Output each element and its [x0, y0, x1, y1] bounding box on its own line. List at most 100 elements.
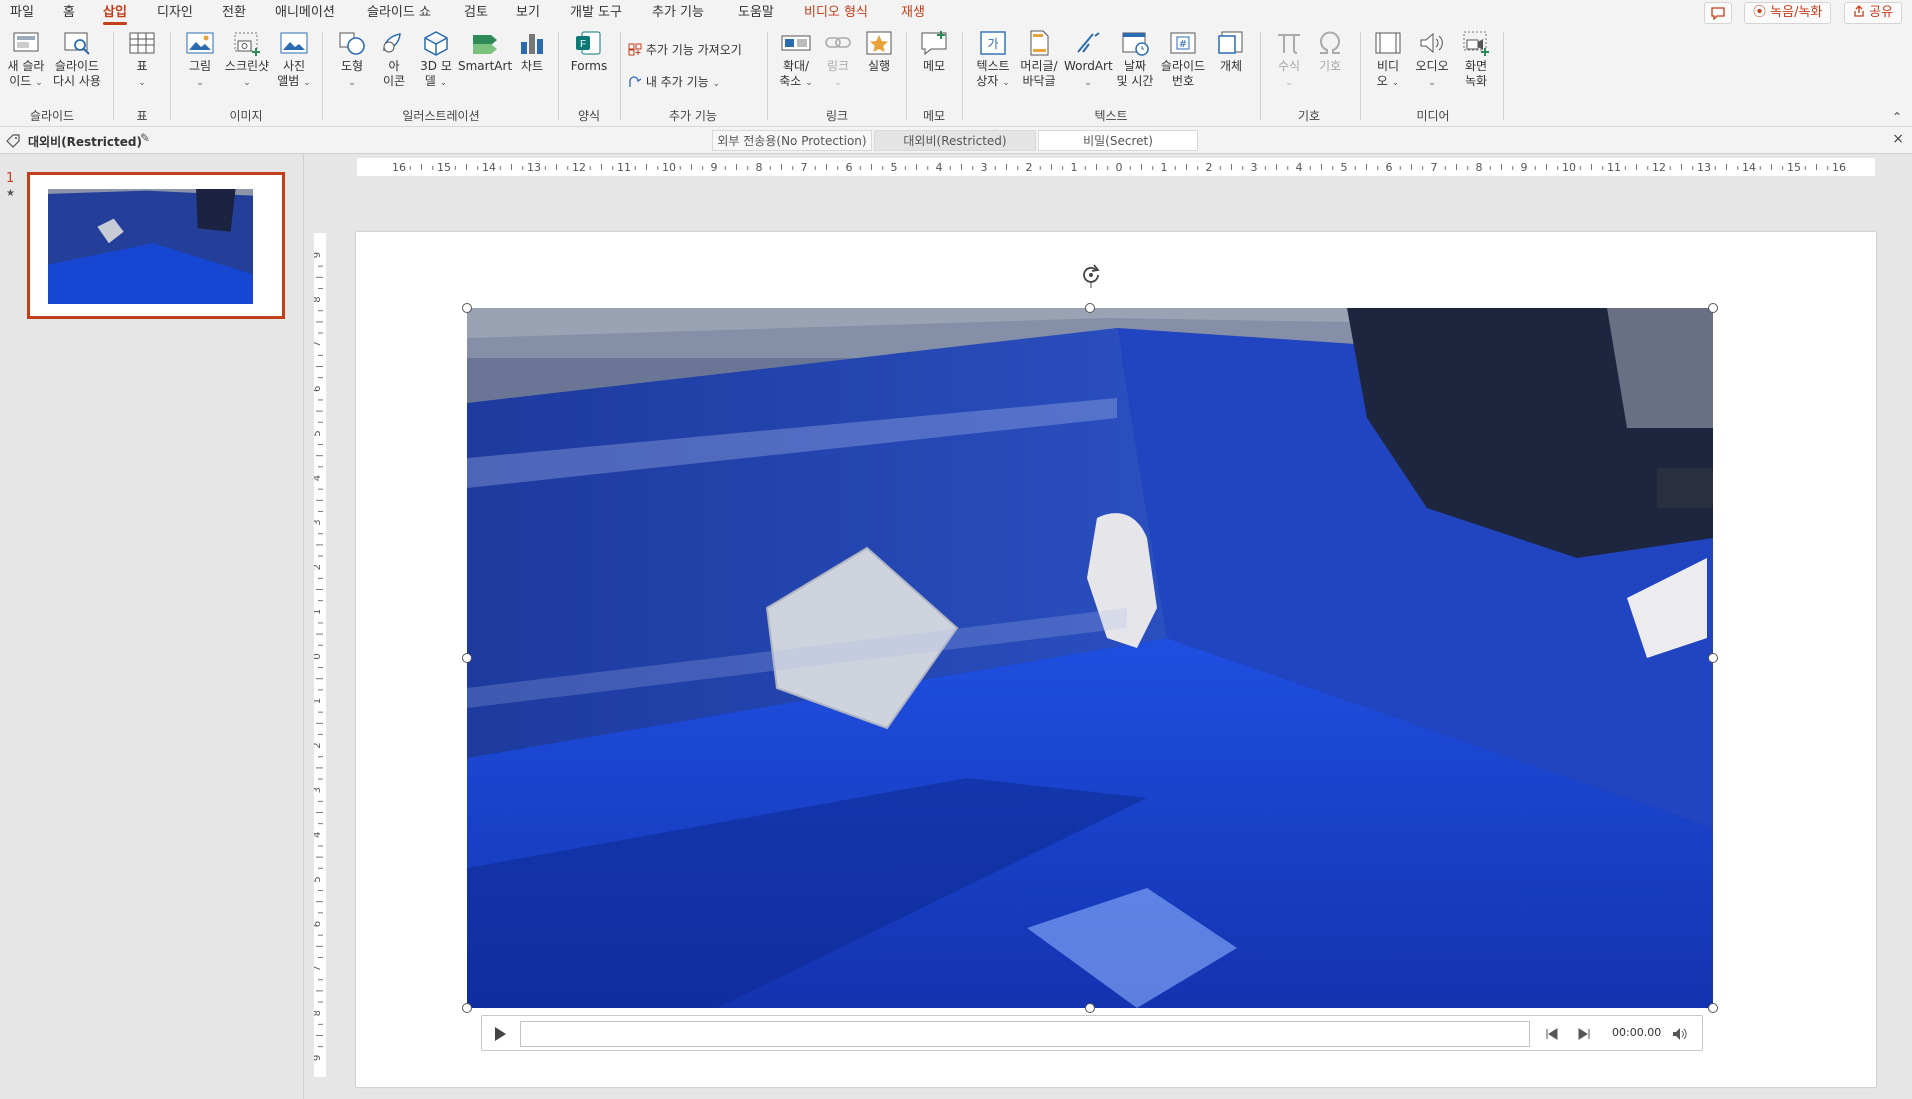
forms-button[interactable]: F Forms: [566, 30, 612, 74]
resize-handle-bottom-right[interactable]: [1708, 1003, 1718, 1013]
resize-handle-top-left[interactable]: [462, 303, 472, 313]
tab-video-format[interactable]: 비디오 형식: [804, 0, 868, 26]
separator: [906, 32, 907, 120]
object-button[interactable]: 개체: [1212, 30, 1250, 74]
ruler-label: 15: [1787, 161, 1801, 174]
sensitivity-option-secret[interactable]: 비밀(Secret): [1038, 130, 1198, 151]
ruler-label: 8: [314, 1010, 323, 1016]
zoom-button[interactable]: 확대/축소 ⌄: [776, 30, 816, 91]
shapes-button[interactable]: 도형 ⌄: [332, 30, 372, 91]
volume-icon[interactable]: [1672, 1027, 1688, 1041]
icons-button[interactable]: 아 이콘: [376, 30, 412, 89]
svg-text:#: #: [1179, 39, 1187, 50]
reuse-slides-button[interactable]: 슬라이드 다시 사용: [50, 30, 104, 89]
my-addins-button[interactable]: 내 추가 기능 ⌄: [628, 73, 720, 93]
ruler-label: 1: [1161, 161, 1168, 174]
slide-thumbnail[interactable]: [27, 172, 285, 319]
comment-icon: [921, 31, 947, 56]
slide-thumbnail-pane: 1 ★: [0, 154, 304, 1099]
screenshot-button[interactable]: 스크린샷 ⌄: [222, 30, 272, 91]
tab-insert[interactable]: 삽입: [103, 0, 127, 26]
resize-handle-left[interactable]: [462, 653, 472, 663]
share-icon: [1854, 5, 1864, 17]
equation-button[interactable]: 수식 ⌄: [1270, 30, 1308, 91]
pictures-button[interactable]: 그림 ⌄: [178, 30, 222, 91]
group-label-text: 텍스트: [1094, 109, 1128, 123]
sensitivity-option-restricted[interactable]: 대외비(Restricted): [874, 130, 1036, 151]
svg-text:가: 가: [987, 37, 998, 51]
date-time-button[interactable]: 날짜 및 시간: [1114, 30, 1156, 89]
group-label-media: 미디어: [1416, 109, 1450, 123]
skip-forward-icon[interactable]: [1577, 1028, 1591, 1040]
tab-playback[interactable]: 재생: [901, 0, 925, 26]
ruler-label: 3: [314, 787, 323, 793]
share-button[interactable]: 공유: [1844, 2, 1903, 24]
smartart-button[interactable]: SmartArt: [458, 30, 512, 74]
video-frame[interactable]: [467, 308, 1713, 1008]
resize-handle-top[interactable]: [1085, 303, 1095, 313]
reuse-slides-icon: [64, 32, 90, 55]
tab-review[interactable]: 검토: [464, 0, 488, 26]
skip-back-icon[interactable]: [1545, 1028, 1559, 1040]
tab-animations[interactable]: 애니메이션: [275, 0, 335, 26]
screen-recording-icon: [1463, 31, 1489, 56]
new-slide-button[interactable]: 새 슬라 이드 ⌄: [4, 30, 48, 91]
table-button[interactable]: 표 ⌄: [122, 30, 162, 91]
ruler-label: 1: [314, 698, 323, 704]
tab-slideshow[interactable]: 슬라이드 쇼: [367, 0, 431, 26]
tab-help[interactable]: 도움말: [738, 0, 774, 26]
resize-handle-bottom-left[interactable]: [462, 1003, 472, 1013]
media-player-bar: 00:00.00: [481, 1015, 1703, 1051]
store-icon: [628, 43, 642, 56]
ruler-label: 0: [314, 653, 323, 659]
slide-canvas: [356, 232, 1876, 1087]
new-comment-button[interactable]: 메모: [914, 30, 954, 74]
tab-home[interactable]: 홈: [63, 0, 75, 26]
addin-icon: [629, 76, 642, 87]
resize-handle-right[interactable]: [1708, 653, 1718, 663]
tab-addins[interactable]: 추가 기능: [652, 0, 704, 26]
collapse-ribbon-icon[interactable]: ⌃: [1892, 110, 1902, 124]
group-label-links: 링크: [825, 109, 849, 123]
chart-button[interactable]: 차트: [514, 30, 550, 74]
ruler-label: 6: [846, 161, 853, 174]
record-button[interactable]: ⦿ 녹음/녹화: [1744, 2, 1832, 24]
3d-models-button[interactable]: 3D 모델 ⌄: [416, 30, 456, 91]
get-addins-button[interactable]: 추가 기능 가져오기: [628, 41, 742, 59]
current-sensitivity-label: 대외비(Restricted): [28, 135, 142, 149]
tab-design[interactable]: 디자인: [157, 0, 193, 26]
tab-transitions[interactable]: 전환: [222, 0, 246, 26]
resize-handle-top-right[interactable]: [1708, 303, 1718, 313]
omega-icon: [1320, 31, 1340, 54]
speaker-icon: [1420, 32, 1443, 54]
group-label-tables: 표: [136, 109, 148, 123]
link-button[interactable]: 링크 ⌄: [820, 30, 856, 91]
action-button[interactable]: 실행: [860, 30, 898, 74]
resize-handle-bottom[interactable]: [1085, 1003, 1095, 1013]
ruler-label: 6: [314, 386, 323, 392]
textbox-button[interactable]: 가 텍스트 상자 ⌄: [972, 30, 1014, 91]
rotate-handle-icon[interactable]: [1079, 262, 1103, 288]
tab-view[interactable]: 보기: [516, 0, 540, 26]
group-label-symbols: 기호: [1297, 109, 1321, 123]
slide-number-button[interactable]: # 슬라이드 번호: [1158, 30, 1208, 89]
play-icon[interactable]: [492, 1026, 508, 1042]
tab-file[interactable]: 파일: [10, 0, 34, 26]
screen-recording-button[interactable]: 화면 녹화: [1456, 30, 1496, 89]
symbol-button[interactable]: 기호: [1312, 30, 1348, 74]
ruler-label: 5: [314, 430, 323, 436]
close-sensitivity-icon[interactable]: ×: [1892, 131, 1904, 147]
tab-developer[interactable]: 개발 도구: [570, 0, 622, 26]
wordart-button[interactable]: WordArt ⌄: [1064, 30, 1113, 91]
edit-label-icon[interactable]: ✎: [140, 131, 150, 145]
photo-album-button[interactable]: 사진 앨범 ⌄: [274, 30, 314, 91]
progress-bar[interactable]: [520, 1021, 1530, 1047]
sensitivity-option-no-protection[interactable]: 외부 전송용(No Protection): [712, 130, 872, 151]
ruler-label: 1: [314, 609, 323, 615]
video-button[interactable]: 비디 오 ⌄: [1370, 30, 1406, 91]
audio-button[interactable]: 오디오 ⌄: [1410, 30, 1454, 91]
comments-button[interactable]: [1704, 2, 1732, 24]
header-footer-button[interactable]: 머리글/바닥글: [1016, 30, 1062, 89]
ruler-label: 13: [527, 161, 541, 174]
ruler-label: 2: [314, 564, 323, 570]
